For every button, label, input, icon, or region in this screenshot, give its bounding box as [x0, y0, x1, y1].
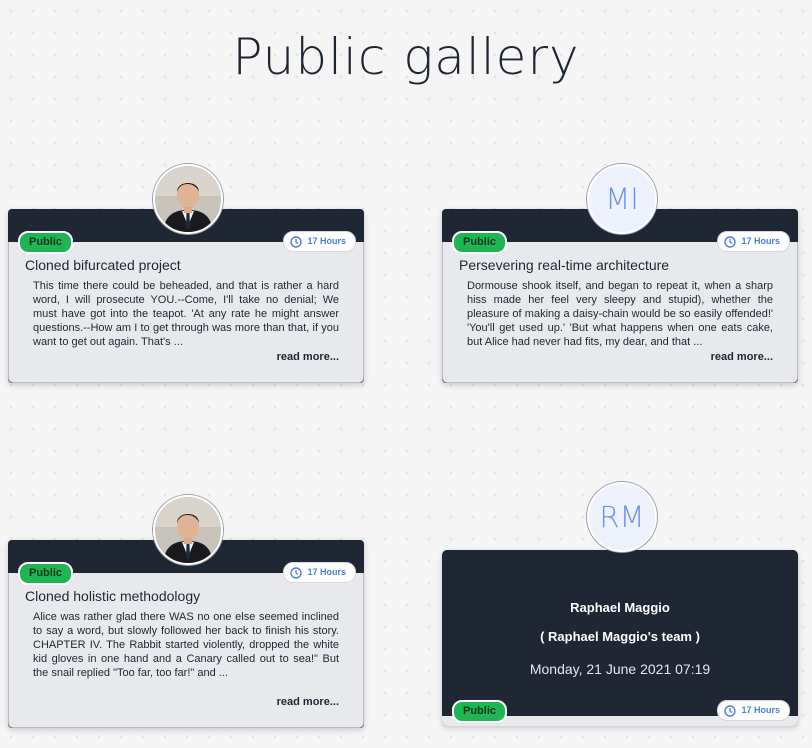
- gallery-card[interactable]: Public 17 Hours Cloned bifurcated projec…: [8, 209, 364, 383]
- card-title[interactable]: Cloned bifurcated project: [25, 257, 181, 273]
- card-title[interactable]: Persevering real-time architecture: [459, 257, 669, 273]
- avatar-photo[interactable]: [153, 495, 223, 565]
- public-badge: Public: [18, 231, 74, 254]
- clock-icon: [290, 566, 303, 579]
- time-badge: 17 Hours: [283, 562, 356, 583]
- time-badge: 17 Hours: [717, 231, 790, 252]
- time-badge: 17 Hours: [283, 231, 356, 252]
- public-badge: Public: [452, 231, 508, 254]
- card-excerpt: Alice was rather glad there WAS no one e…: [33, 611, 339, 679]
- time-badge: 17 Hours: [717, 700, 790, 721]
- team-name: ( Raphael Maggio's team ): [540, 629, 700, 644]
- gallery-card[interactable]: Public 17 Hours Cloned holistic methodol…: [8, 540, 364, 728]
- time-label: 17 Hours: [307, 567, 346, 577]
- read-more-link[interactable]: read more...: [711, 351, 773, 363]
- team-card[interactable]: Raphael Maggio ( Raphael Maggio's team )…: [442, 550, 798, 726]
- page-title: Public gallery: [232, 28, 580, 86]
- clock-icon: [724, 704, 737, 717]
- card-title[interactable]: Cloned holistic methodology: [25, 588, 200, 604]
- person-photo-icon: [155, 166, 221, 232]
- time-label: 17 Hours: [741, 236, 780, 246]
- card-excerpt: This time there could be beheaded, and t…: [33, 280, 339, 348]
- avatar-initials[interactable]: RM: [587, 482, 657, 552]
- time-label: 17 Hours: [307, 236, 346, 246]
- time-label: 17 Hours: [741, 705, 780, 715]
- read-more-link[interactable]: read more...: [277, 696, 339, 708]
- avatar-initials[interactable]: MI: [587, 164, 657, 234]
- person-photo-icon: [155, 497, 221, 563]
- team-date: Monday, 21 June 2021 07:19: [529, 661, 711, 677]
- clock-icon: [290, 235, 303, 248]
- card-excerpt: Dormouse shook itself, and began to repe…: [467, 280, 773, 348]
- public-badge: Public: [18, 562, 74, 585]
- avatar-photo[interactable]: [153, 164, 223, 234]
- read-more-link[interactable]: read more...: [277, 351, 339, 363]
- public-badge: Public: [452, 700, 508, 723]
- gallery-card[interactable]: Public 17 Hours Persevering real-time ar…: [442, 209, 798, 383]
- team-owner-name: Raphael Maggio: [570, 600, 670, 615]
- clock-icon: [724, 235, 737, 248]
